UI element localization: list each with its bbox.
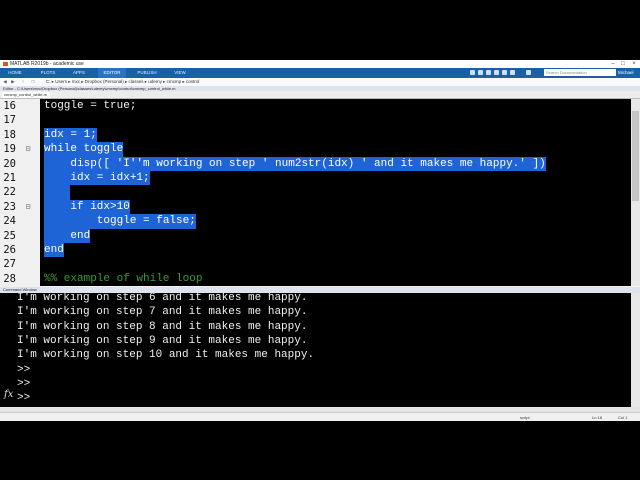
- close-icon[interactable]: ×: [629, 60, 639, 68]
- user-menu[interactable]: Michael: [618, 68, 634, 78]
- status-line: Ln 18: [592, 415, 603, 420]
- code-line[interactable]: idx = idx+1;: [44, 171, 150, 186]
- line-number: 27: [3, 258, 16, 271]
- code-line[interactable]: end: [44, 228, 91, 243]
- undo-icon[interactable]: [502, 70, 507, 75]
- up-folder-icon[interactable]: ↑: [20, 78, 26, 86]
- line-number: 23: [3, 200, 16, 213]
- code-editor[interactable]: 16 17 18 19 ⊟ 20 21 22 23 ⊟ 24 25 26 27 28 toggle = tr…: [0, 99, 640, 286]
- paste-icon[interactable]: [494, 70, 499, 75]
- code-line[interactable]: if idx>10: [44, 199, 130, 215]
- fold-toggle-icon[interactable]: ⊟: [24, 200, 32, 214]
- line-number: 21: [3, 172, 16, 184]
- minimize-icon[interactable]: –: [608, 60, 618, 68]
- tab-editor[interactable]: EDITOR: [98, 68, 126, 78]
- matlab-logo-icon: [3, 62, 8, 66]
- command-output-line: I'm working on step 10 and it makes me h…: [17, 349, 315, 362]
- tab-publish[interactable]: PUBLISH: [132, 68, 162, 78]
- maximize-icon[interactable]: □: [618, 60, 628, 68]
- redo-icon[interactable]: [510, 70, 515, 75]
- cut-icon[interactable]: [478, 70, 483, 75]
- code-line[interactable]: %% example of while loop: [44, 272, 202, 286]
- command-output-line: I'm working on step 8 and it makes me ha…: [17, 320, 308, 333]
- line-number: 17: [3, 114, 16, 127]
- tab-plots[interactable]: PLOTS: [36, 68, 60, 78]
- code-line[interactable]: toggle = false;: [44, 214, 196, 229]
- tab-apps[interactable]: APPS: [68, 68, 90, 78]
- line-number-gutter: 16 17 18 19 ⊟ 20 21 22 23 ⊟ 24 25 26 27 28: [0, 99, 40, 286]
- editor-tabs: cmxmp_control_while.m: [0, 91, 640, 99]
- command-output-line: I'm working on step 6 and it makes me ha…: [17, 293, 308, 304]
- code-line[interactable]: disp([ 'I''m working on step ' num2str(i…: [44, 156, 546, 171]
- line-number: 18: [3, 128, 16, 141]
- line-number: 28: [3, 272, 16, 285]
- browse-folder-icon[interactable]: □: [30, 78, 36, 86]
- forward-icon[interactable]: ▶: [10, 78, 16, 86]
- matlab-window: MATLAB R2019b - academic use – □ × HOME …: [0, 60, 640, 421]
- command-output-line: I'm working on step 7 and it makes me ha…: [17, 306, 308, 319]
- command-window[interactable]: fx I'm working on step 6 and it makes me…: [0, 293, 640, 407]
- line-number: 16: [3, 100, 16, 112]
- line-number: 22: [3, 186, 16, 199]
- code-line[interactable]: toggle = true;: [44, 99, 136, 113]
- command-prompt[interactable]: >>: [17, 363, 30, 377]
- line-number: 24: [3, 215, 16, 228]
- line-number: 26: [3, 244, 16, 256]
- command-prompt[interactable]: >>: [17, 377, 30, 391]
- editor-vertical-scrollbar[interactable]: [631, 99, 640, 286]
- back-icon[interactable]: ◀: [2, 78, 8, 86]
- search-documentation-input[interactable]: Search Documentation: [544, 69, 616, 76]
- command-prompt[interactable]: >>: [17, 391, 30, 405]
- scrollbar-thumb[interactable]: [632, 111, 639, 201]
- status-mode: script: [520, 415, 530, 420]
- window-title: MATLAB R2019b - academic use: [10, 61, 84, 67]
- help-icon[interactable]: [526, 70, 531, 75]
- tab-home[interactable]: HOME: [4, 68, 26, 78]
- title-bar: MATLAB R2019b - academic use – □ ×: [0, 60, 640, 68]
- current-folder-path[interactable]: C: ▸ Users ▸ mxc ▸ Dropbox (Personal) ▸ …: [46, 78, 199, 86]
- editor-tab-file[interactable]: cmxmp_control_while.m: [2, 92, 50, 98]
- line-number: 25: [3, 229, 16, 242]
- code-line[interactable]: idx = 1;: [44, 127, 97, 143]
- command-output-line: I'm working on step 9 and it makes me ha…: [17, 334, 308, 347]
- fx-icon[interactable]: fx: [4, 389, 13, 400]
- tab-view[interactable]: VIEW: [170, 68, 190, 78]
- save-icon[interactable]: [470, 70, 475, 75]
- fold-toggle-icon[interactable]: ⊟: [24, 142, 32, 156]
- code-line[interactable]: [44, 185, 71, 200]
- command-window-scrollbar[interactable]: [631, 293, 640, 407]
- status-col: Col 1: [618, 415, 628, 420]
- line-number: 20: [3, 157, 16, 170]
- copy-icon[interactable]: [486, 70, 491, 75]
- code-line[interactable]: while toggle: [44, 142, 124, 157]
- status-bar: script Ln 18 Col 1: [0, 412, 640, 421]
- line-number: 19: [3, 143, 16, 156]
- ribbon-tabs: HOME PLOTS APPS EDITOR PUBLISH VIEW Sear…: [0, 68, 640, 78]
- code-line[interactable]: end: [44, 243, 64, 258]
